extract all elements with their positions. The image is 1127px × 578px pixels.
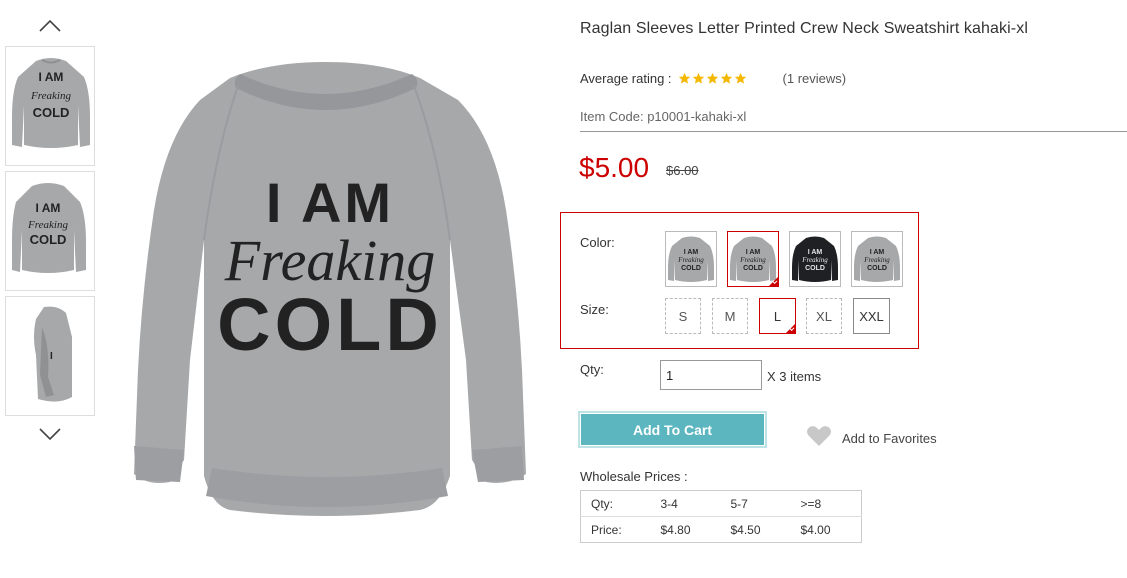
add-to-favorites-button[interactable]: Add to Favorites [806,425,937,452]
size-option-xxl[interactable]: XXL [853,298,890,334]
size-option-xl[interactable]: XL [806,298,842,334]
qty-input[interactable] [660,360,762,390]
size-option-m[interactable]: M [712,298,748,334]
thumbnails-up-arrow-icon[interactable] [38,18,62,34]
star-icon [720,72,732,84]
heart-icon [806,425,832,452]
color-swatch-gray[interactable]: I AM Freaking COLD [665,231,717,287]
svg-text:COLD: COLD [33,105,70,120]
svg-text:Freaking: Freaking [677,256,704,264]
table-cell: Price: [580,516,651,543]
star-icon [706,72,718,84]
svg-text:I AM: I AM [870,249,885,256]
size-option-label: M [724,308,736,324]
size-option-l[interactable]: L [759,298,796,334]
svg-text:I AM: I AM [808,249,823,256]
size-option-label: XXL [859,308,884,324]
svg-text:COLD: COLD [805,265,825,272]
thumbnail-angle[interactable]: I AM Freaking COLD [5,171,95,291]
star-icon [692,72,704,84]
svg-text:COLD: COLD [681,265,701,272]
thumbnail-front[interactable]: I AM Freaking COLD [5,46,95,166]
table-cell: 5-7 [730,496,748,511]
print-line-3: COLD [217,283,443,366]
size-option-label: L [773,308,782,324]
svg-text:I AM: I AM [746,249,761,256]
svg-text:COLD: COLD [30,232,67,247]
product-title: Raglan Sleeves Letter Printed Crew Neck … [580,20,1028,37]
table-cell: $4.00 [790,516,862,543]
table-cell: 3-4 [660,496,678,511]
wholesale-price-row: Price: $4.80 $4.50 $4.00 [580,516,862,543]
qty-label: Qty: [580,362,604,377]
svg-text:I AM: I AM [39,70,64,84]
thumbnail-side[interactable]: I [5,296,95,416]
table-cell: >=8 [800,496,822,511]
color-swatch-gray[interactable]: I AM Freaking COLD [851,231,903,287]
star-icon [734,72,746,84]
rating-row: Average rating : (1 reviews) [580,71,846,86]
selected-check-icon [769,277,778,286]
color-swatch-black[interactable]: I AM Freaking COLD [789,231,841,287]
reviews-link[interactable]: (1 reviews) [783,71,847,86]
color-swatch-gray[interactable]: I AM Freaking COLD [727,231,779,287]
size-option-s[interactable]: S [665,298,701,334]
item-code: Item Code: p10001-kahaki-xl [580,109,747,124]
size-option-label: S [678,308,688,324]
thumbnails-down-arrow-icon[interactable] [38,426,62,442]
svg-text:Freaking: Freaking [863,256,890,264]
add-to-cart-label: Add To Cart [581,414,764,445]
add-to-favorites-label: Add to Favorites [842,431,937,446]
table-cell: $4.50 [720,516,791,543]
wholesale-table: Qty: 3-4 5-7 >=8 Price: $4.80 $4.50 $4.0… [580,490,862,543]
svg-text:Freaking: Freaking [30,90,71,102]
svg-text:Freaking: Freaking [801,256,828,264]
svg-text:I AM: I AM [36,201,61,215]
star-icon [678,72,690,84]
svg-text:COLD: COLD [867,265,887,272]
main-product-image: I AM Freaking COLD [120,40,540,530]
wholesale-qty-row: Qty: 3-4 5-7 >=8 [581,491,862,517]
rating-stars [678,72,747,85]
color-label: Color: [580,235,615,250]
divider [580,131,1127,132]
table-cell: $4.80 [650,516,721,543]
size-label: Size: [580,302,609,317]
svg-text:COLD: COLD [743,265,763,272]
svg-text:I: I [50,351,53,362]
svg-text:I AM: I AM [684,249,699,256]
current-price: $5.00 [579,152,650,183]
print-line-1: I AM [266,171,394,234]
wholesale-label: Wholesale Prices : [580,469,688,484]
size-option-label: XL [816,308,832,324]
add-to-cart-button[interactable]: Add To Cart [578,411,767,448]
table-cell: Qty: [591,496,614,511]
rating-label: Average rating : [580,71,672,86]
selected-check-icon [786,324,795,333]
original-price: $6.00 [666,163,699,178]
qty-suffix: X 3 items [767,369,822,384]
svg-text:Freaking: Freaking [739,256,766,264]
svg-text:Freaking: Freaking [27,219,68,231]
